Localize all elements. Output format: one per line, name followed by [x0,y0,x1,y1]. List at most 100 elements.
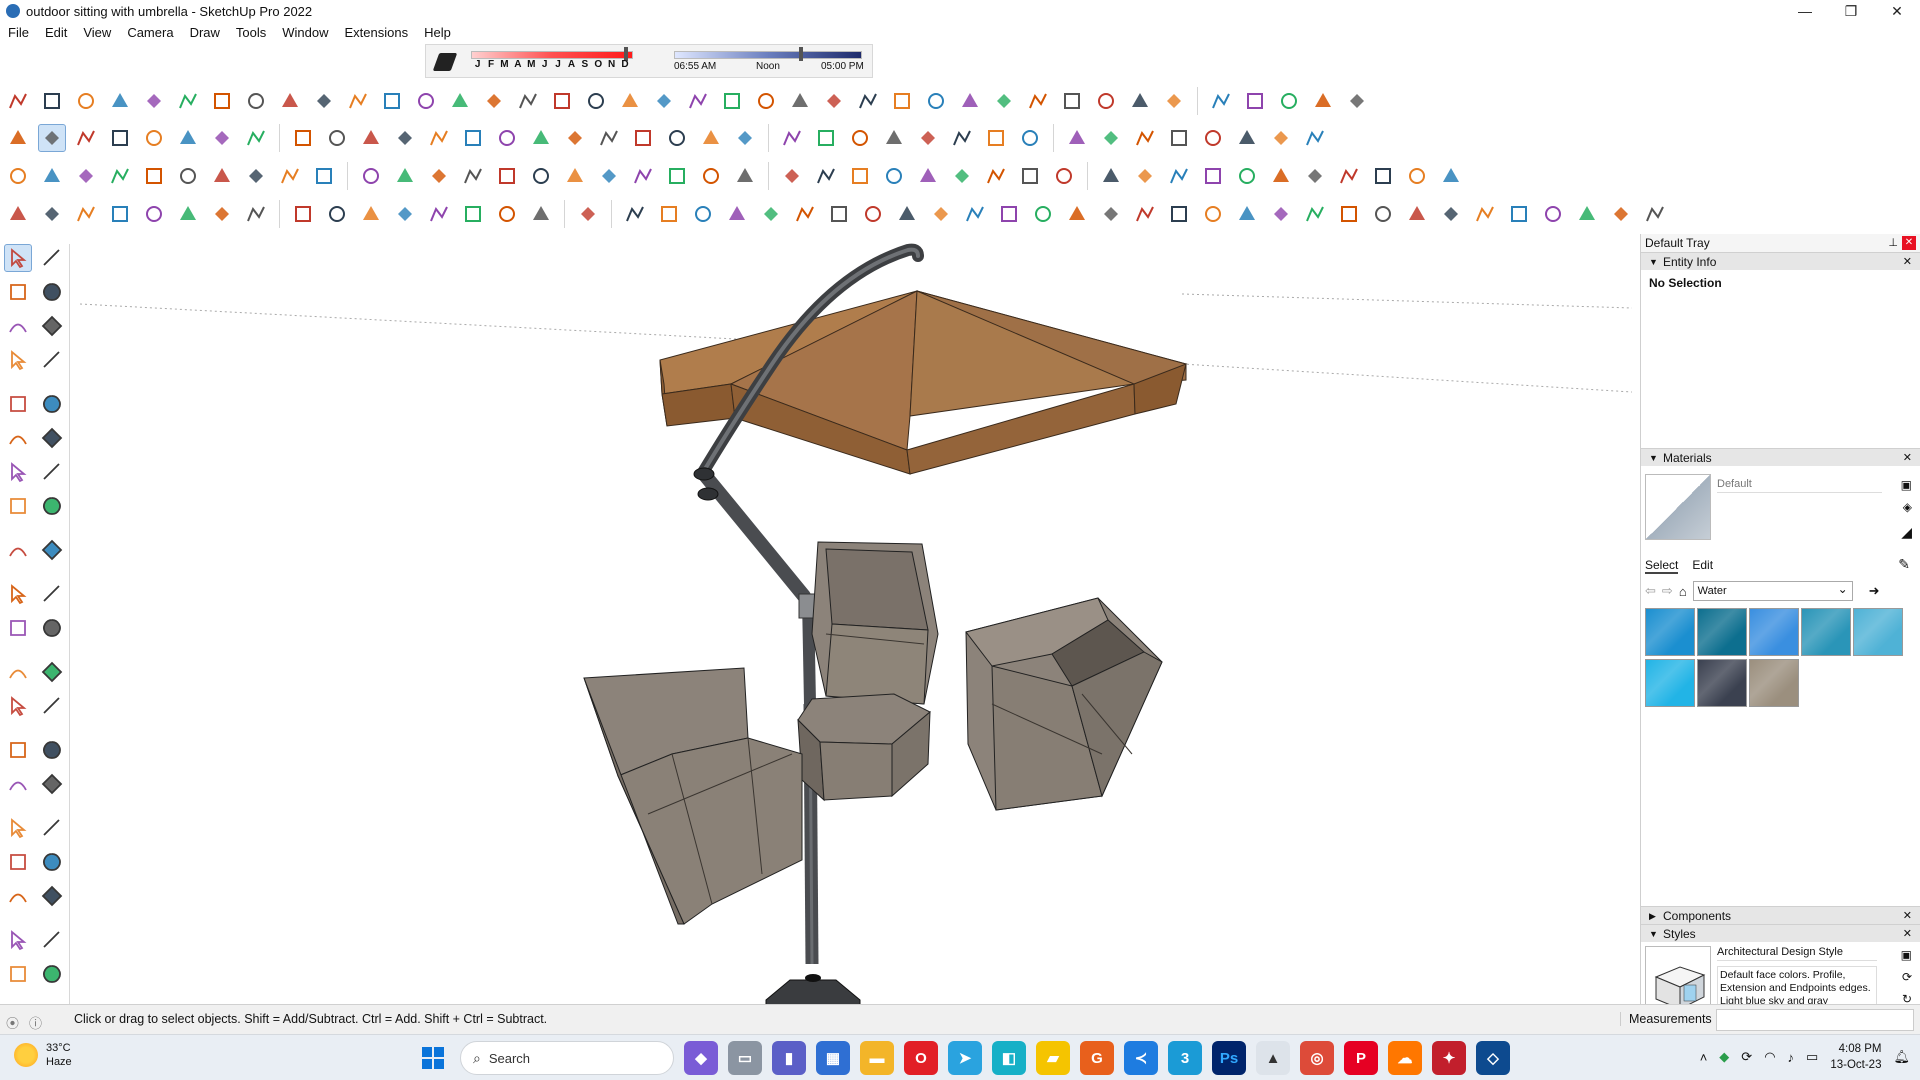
toolbar-tool-icon[interactable] [812,162,840,190]
toolbar-tool-icon[interactable] [1233,162,1261,190]
vscode-icon[interactable]: ≺ [1124,1041,1158,1075]
menu-window[interactable]: Window [274,22,336,44]
toolbar-tool-icon[interactable] [425,200,453,228]
toolbar-tool-icon[interactable] [914,124,942,152]
style-name[interactable]: Architectural Design Style [1717,946,1877,961]
toolbar-tool-icon[interactable] [514,87,542,115]
toolbar-tool-icon[interactable] [982,124,1010,152]
right-chair[interactable] [965,597,1163,811]
tool-icon[interactable] [38,390,66,418]
toolbar-tool-icon[interactable] [174,87,202,115]
toolbar-tool-icon[interactable] [1207,87,1235,115]
back-chair[interactable] [811,541,939,705]
toolbar-tool-icon[interactable] [4,200,32,228]
toolbar-tool-icon[interactable] [854,87,882,115]
toolbar-tool-icon[interactable] [1607,200,1635,228]
details-arrow-icon[interactable]: ➜ [1869,583,1880,599]
toolbar-tool-icon[interactable] [1275,87,1303,115]
app-3-icon[interactable]: 3 [1168,1041,1202,1075]
tool-icon[interactable] [38,278,66,306]
toolbar-tool-icon[interactable] [655,200,683,228]
menu-camera[interactable]: Camera [119,22,181,44]
toolbar-tool-icon[interactable] [1267,162,1295,190]
info-icon[interactable]: ⓘ [29,1013,42,1032]
model-canvas[interactable] [72,234,1636,1004]
toolbar-tool-icon[interactable] [786,87,814,115]
umbrella-base[interactable] [765,974,861,1004]
toolbar-tool-icon[interactable] [493,124,521,152]
styles-header[interactable]: ▼ Styles ✕ [1641,924,1920,942]
toolbar-tool-icon[interactable] [697,162,725,190]
toolbar-tool-icon[interactable] [323,124,351,152]
toolbar-tool-icon[interactable] [493,162,521,190]
measurements-input[interactable] [1716,1009,1914,1031]
tool-icon[interactable] [4,814,32,842]
toolbar-tool-icon[interactable] [1024,87,1052,115]
tool-icon[interactable] [4,736,32,764]
toolbar-tool-icon[interactable] [1369,162,1397,190]
toolbar-tool-icon[interactable] [778,124,806,152]
left-chair[interactable] [583,667,803,925]
toolbar-tool-icon[interactable] [1126,87,1154,115]
material-swatch[interactable] [1645,659,1695,707]
toolbar-tool-icon[interactable] [459,200,487,228]
umbrella-canopy[interactable] [659,290,1188,475]
toolbar-tool-icon[interactable] [752,87,780,115]
show-hidden-icons-icon[interactable]: ˄ [1700,1050,1708,1065]
tool-icon[interactable] [38,658,66,686]
select-tool-icon[interactable] [4,244,32,272]
toolbar-tool-icon[interactable] [629,162,657,190]
toolbar-tool-icon[interactable] [38,124,66,152]
toolbar-tool-icon[interactable] [174,162,202,190]
toolbar-tool-icon[interactable] [459,124,487,152]
toolbar-tool-icon[interactable] [1233,200,1261,228]
tool-icon[interactable] [38,926,66,954]
weather-widget[interactable]: 33°C Haze [14,1041,72,1069]
toolbar-tool-icon[interactable] [1403,162,1431,190]
toolbar-tool-icon[interactable] [276,87,304,115]
start-button[interactable] [416,1041,450,1075]
toolbar-tool-icon[interactable] [859,200,887,228]
tool-icon[interactable] [38,692,66,720]
toolbar-tool-icon[interactable] [208,162,236,190]
toolbar-tool-icon[interactable] [846,124,874,152]
toolbar-tool-icon[interactable] [663,124,691,152]
toolbar-tool-icon[interactable] [948,162,976,190]
tool-icon[interactable] [4,658,32,686]
tool-icon[interactable] [4,278,32,306]
toolbar-tool-icon[interactable] [731,124,759,152]
toolbar-tool-icon[interactable] [527,162,555,190]
create-style-icon[interactable]: ▣ [1901,948,1912,962]
toolbar-tool-icon[interactable] [791,200,819,228]
toolbar-tool-icon[interactable] [663,162,691,190]
tool-icon[interactable] [4,770,32,798]
tool-icon[interactable] [38,960,66,988]
tool-icon[interactable] [38,244,66,272]
material-swatch[interactable] [1697,608,1747,656]
toolbar-tool-icon[interactable] [1335,200,1363,228]
tool-icon[interactable] [38,458,66,486]
toolbar-tool-icon[interactable] [982,162,1010,190]
toolbar-tool-icon[interactable] [621,200,649,228]
toolbar-tool-icon[interactable] [616,87,644,115]
toolbar-tool-icon[interactable] [357,162,385,190]
tool-icon[interactable] [4,882,32,910]
toolbar-tool-icon[interactable] [1165,200,1193,228]
tool-icon[interactable] [4,312,32,340]
toolbar-tool-icon[interactable] [344,87,372,115]
toolbar-tool-icon[interactable] [1241,87,1269,115]
tab-select[interactable]: Select [1645,558,1679,574]
menu-help[interactable]: Help [416,22,459,44]
toolbar-tool-icon[interactable] [888,87,916,115]
menu-tools[interactable]: Tools [228,22,274,44]
toolbar-tool-icon[interactable] [1160,87,1188,115]
toolbar-tool-icon[interactable] [1233,124,1261,152]
create-material-icon[interactable]: ▣ [1901,478,1912,492]
toolbar-tool-icon[interactable] [629,124,657,152]
maximize-button[interactable]: ❐ [1828,0,1874,22]
tool-icon[interactable] [4,492,32,520]
toolbar-tool-icon[interactable] [174,200,202,228]
material-swatch[interactable] [1749,608,1799,656]
toolbar-tool-icon[interactable] [1437,162,1465,190]
toolbar-tool-icon[interactable] [548,87,576,115]
